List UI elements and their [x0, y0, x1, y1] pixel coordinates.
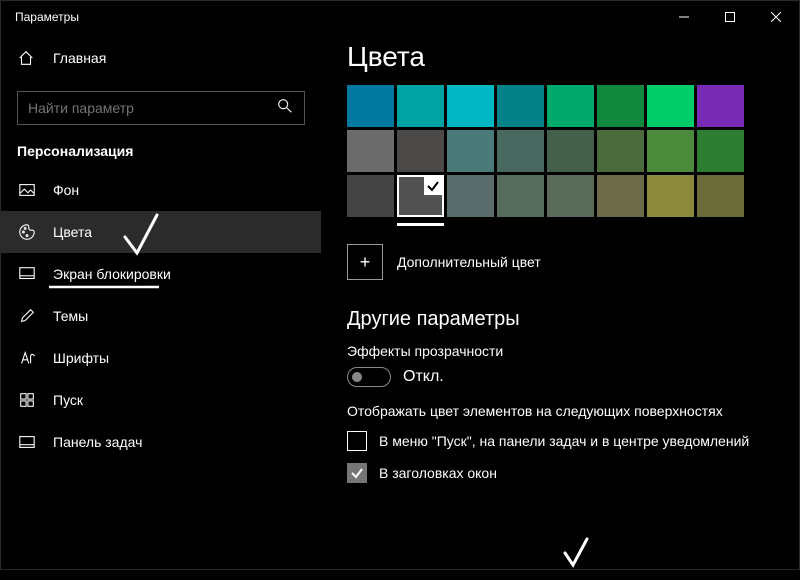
category-heading: Персонализация	[1, 143, 321, 169]
sidebar-item-start[interactable]: Пуск	[1, 379, 321, 421]
color-swatch[interactable]	[347, 130, 394, 172]
sidebar-item-lockscreen[interactable]: Экран блокировки	[1, 253, 321, 295]
checkbox-titlebars[interactable]: В заголовках окон	[347, 463, 773, 483]
color-swatch[interactable]	[497, 175, 544, 217]
home-label: Главная	[53, 50, 106, 66]
page-title: Цвета	[347, 41, 773, 73]
sidebar: Главная Персонализация Фон Цвета Экран б…	[1, 33, 321, 569]
color-swatch[interactable]	[647, 130, 694, 172]
more-params-heading: Другие параметры	[347, 308, 773, 331]
sidebar-item-taskbar[interactable]: Панель задач	[1, 421, 321, 463]
color-swatch[interactable]	[347, 175, 394, 217]
surfaces-description: Отображать цвет элементов на следующих п…	[347, 403, 773, 419]
maximize-button[interactable]	[707, 1, 753, 33]
checkbox-label: В заголовках окон	[379, 465, 497, 481]
minimize-button[interactable]	[661, 1, 707, 33]
color-swatch[interactable]	[397, 85, 444, 127]
toggle-knob	[352, 372, 362, 382]
sidebar-item-fonts[interactable]: Шрифты	[1, 337, 321, 379]
transparency-toggle[interactable]	[347, 367, 391, 387]
content-area: Цвета + Дополнительный цвет Другие парам…	[321, 33, 799, 569]
checkbox-start-menu[interactable]: В меню "Пуск", на панели задач и в центр…	[347, 431, 773, 451]
start-icon	[17, 391, 37, 409]
color-swatch[interactable]	[647, 175, 694, 217]
toggle-state-label: Откл.	[403, 368, 444, 386]
close-button[interactable]	[753, 1, 799, 33]
color-grid	[347, 85, 773, 217]
sidebar-item-label: Фон	[53, 182, 79, 198]
search-input[interactable]	[28, 100, 276, 116]
color-swatch[interactable]	[697, 175, 744, 217]
checkbox-box-checked	[347, 463, 367, 483]
selected-underline	[397, 223, 444, 226]
search-icon	[276, 97, 294, 120]
home-icon	[17, 49, 37, 67]
color-swatch[interactable]	[397, 130, 444, 172]
color-swatch[interactable]	[547, 130, 594, 172]
sidebar-item-label: Шрифты	[53, 350, 109, 366]
brush-icon	[17, 307, 37, 325]
color-swatch[interactable]	[697, 130, 744, 172]
color-swatch[interactable]	[497, 85, 544, 127]
color-swatch[interactable]	[697, 85, 744, 127]
color-swatch[interactable]	[547, 85, 594, 127]
color-swatch[interactable]	[447, 85, 494, 127]
picture-icon	[17, 181, 37, 199]
taskbar-icon	[17, 433, 37, 451]
color-swatch[interactable]	[447, 130, 494, 172]
sidebar-item-label: Пуск	[53, 392, 83, 408]
window-title: Параметры	[1, 10, 79, 24]
sidebar-item-themes[interactable]: Темы	[1, 295, 321, 337]
sidebar-item-label: Панель задач	[53, 434, 142, 450]
sidebar-item-label: Экран блокировки	[53, 266, 171, 282]
color-swatch[interactable]	[397, 175, 444, 217]
checkbox-label: В меню "Пуск", на панели задач и в центр…	[379, 433, 749, 449]
color-swatch[interactable]	[597, 175, 644, 217]
sidebar-item-label: Темы	[53, 308, 88, 324]
sidebar-item-colors[interactable]: Цвета	[1, 211, 321, 253]
color-swatch[interactable]	[647, 85, 694, 127]
transparency-label: Эффекты прозрачности	[347, 343, 773, 359]
font-icon	[17, 349, 37, 367]
color-swatch[interactable]	[347, 85, 394, 127]
home-link[interactable]: Главная	[1, 39, 321, 77]
custom-color-button[interactable]: +	[347, 244, 383, 280]
check-icon	[424, 177, 442, 195]
sidebar-item-background[interactable]: Фон	[1, 169, 321, 211]
color-swatch[interactable]	[497, 130, 544, 172]
color-swatch[interactable]	[597, 85, 644, 127]
palette-icon	[17, 223, 37, 241]
color-swatch[interactable]	[547, 175, 594, 217]
checkbox-box	[347, 431, 367, 451]
color-swatch[interactable]	[447, 175, 494, 217]
color-swatch[interactable]	[597, 130, 644, 172]
search-box[interactable]	[17, 91, 305, 125]
sidebar-item-label: Цвета	[53, 224, 92, 240]
custom-color-label: Дополнительный цвет	[397, 254, 541, 270]
lockscreen-icon	[17, 265, 37, 283]
